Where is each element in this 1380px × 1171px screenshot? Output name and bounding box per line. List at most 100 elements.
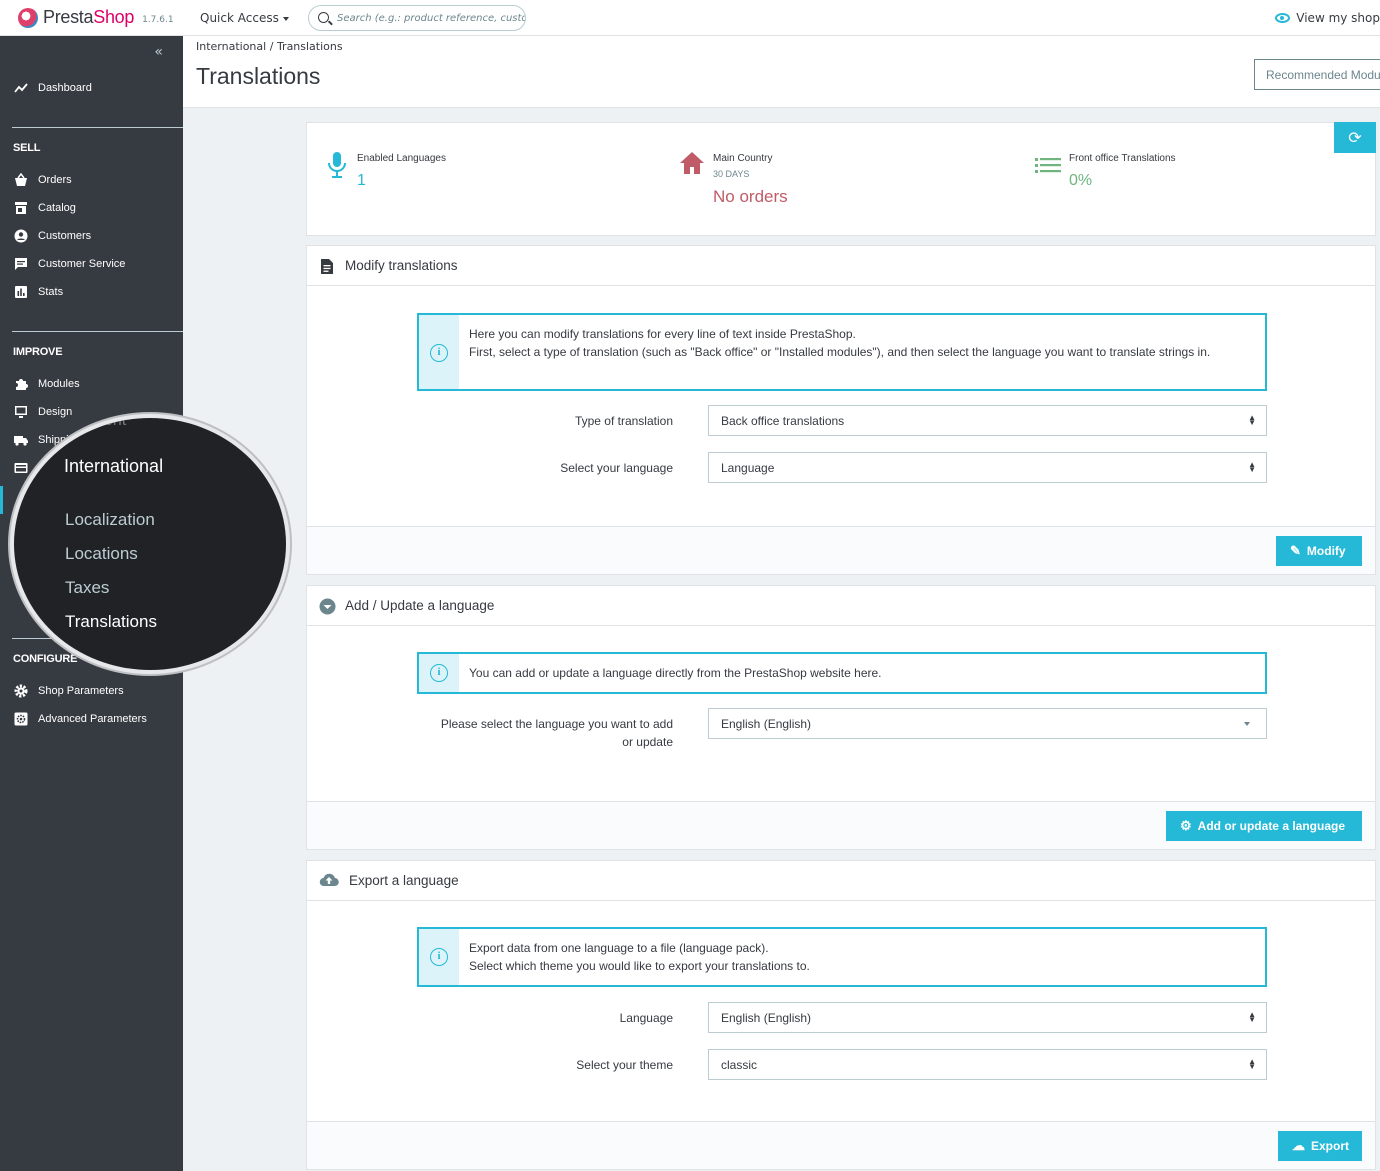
select-language-label: Select your language xyxy=(560,461,673,475)
quick-access-menu[interactable]: Quick Access xyxy=(200,11,289,25)
sort-arrows-icon: ▲ ▼ xyxy=(1248,460,1256,474)
list-icon xyxy=(1035,157,1061,176)
submenu-title-international[interactable]: International xyxy=(64,456,163,477)
sidebar-item-customers[interactable]: Customers xyxy=(14,229,91,243)
kpi-main-country-sub: 30 DAYS xyxy=(713,169,750,179)
select-language-select[interactable]: Language ▲ ▼ xyxy=(708,452,1267,483)
sidebar-item-modules[interactable]: Modules xyxy=(14,377,80,391)
card-title: Modify translations xyxy=(345,258,458,273)
select-theme-select[interactable]: classic ▲ ▼ xyxy=(708,1049,1267,1080)
top-header: PrestaShop 1.7.6.1 Quick Access Search (… xyxy=(0,0,1380,36)
info-icon: i xyxy=(430,344,448,362)
info-alert: i Export data from one language to a fil… xyxy=(417,927,1267,987)
modify-button[interactable]: ✎ Modify xyxy=(1276,536,1362,566)
section-title-improve: IMPROVE xyxy=(13,346,63,358)
sidebar-item-shop-parameters[interactable]: Shop Parameters xyxy=(14,684,124,698)
eye-icon xyxy=(1275,13,1291,23)
recommended-modules-button[interactable]: Recommended Modules xyxy=(1254,59,1380,90)
sidebar-item-label: Dashboard xyxy=(38,82,92,94)
sidebar-item-design[interactable]: Design xyxy=(14,405,72,419)
gear-icon: ⚙ xyxy=(1180,818,1192,833)
version-label: 1.7.6.1 xyxy=(142,14,174,25)
export-button[interactable]: ☁ Export xyxy=(1278,1131,1362,1161)
kpi-enabled-languages-value: 1 xyxy=(357,172,366,189)
page-title: Translations xyxy=(196,63,321,89)
type-of-translation-label: Type of translation xyxy=(574,414,673,428)
submenu-item-locations[interactable]: Locations xyxy=(65,544,138,564)
zoom-callout: ent International Localization Locations… xyxy=(10,414,290,674)
breadcrumb-international[interactable]: International xyxy=(196,40,266,53)
section-title-sell: SELL xyxy=(13,142,41,154)
sidebar-item-label: Modules xyxy=(38,378,80,390)
search-input[interactable]: Search (e.g.: product reference, custome xyxy=(308,5,526,31)
card-footer: ⚙ Add or update a language xyxy=(307,801,1375,849)
gear-icon xyxy=(14,684,28,698)
bar-chart-icon xyxy=(14,285,28,299)
sidebar-item-customer-service[interactable]: Customer Service xyxy=(14,257,125,271)
language-to-add-select[interactable]: English (English) xyxy=(708,708,1267,739)
sidebar-divider xyxy=(12,331,183,332)
alert-line: Here you can modify translations for eve… xyxy=(469,327,856,341)
add-or-update-language-button[interactable]: ⚙ Add or update a language xyxy=(1166,811,1362,841)
sidebar-item-label: Design xyxy=(38,406,73,418)
sidebar-item-label: Shop Parameters xyxy=(38,685,124,697)
credit-card-icon xyxy=(14,461,28,475)
search-icon xyxy=(318,12,329,23)
quick-access-label: Quick Access xyxy=(200,11,279,25)
select-language-add-label: Please select the language you want to a… xyxy=(441,715,673,751)
card-title: Export a language xyxy=(349,873,459,888)
type-of-translation-select[interactable]: Back office translations ▲ ▼ xyxy=(708,405,1267,436)
sidebar-item-advanced-parameters[interactable]: Advanced Parameters xyxy=(14,712,147,726)
kpi-main-country-label: Main Country xyxy=(713,153,773,164)
puzzle-icon xyxy=(14,377,28,391)
refresh-button[interactable]: ⟳ xyxy=(1334,122,1376,153)
label-line: Please select the language you want to a… xyxy=(440,717,673,731)
breadcrumb-translations: Translations xyxy=(276,40,343,53)
label-line: or update xyxy=(622,735,673,749)
kpi-row: Enabled Languages 1 Main Country 30 DAYS… xyxy=(306,122,1376,236)
kpi-main-country-value: No orders xyxy=(713,187,788,206)
search-placeholder: Search (e.g.: product reference, custome xyxy=(337,12,526,24)
sidebar-item-orders[interactable]: Orders xyxy=(14,172,72,187)
account-circle-icon xyxy=(14,229,28,243)
info-icon: i xyxy=(430,664,448,682)
sort-arrows-icon: ▲ ▼ xyxy=(1248,1057,1256,1071)
sidebar-item-dashboard[interactable]: Dashboard xyxy=(14,81,92,95)
collapse-sidebar-icon[interactable]: « xyxy=(154,44,163,60)
kpi-front-office-label: Front office Translations xyxy=(1069,153,1176,164)
section-title-configure: CONFIGURE xyxy=(13,653,78,665)
card-footer: ✎ Modify xyxy=(307,526,1375,574)
add-update-language-card: Add / Update a language i You can add or… xyxy=(306,585,1376,850)
submenu-item-translations[interactable]: Translations xyxy=(65,612,157,632)
export-language-select[interactable]: English (English) ▲ ▼ xyxy=(708,1002,1267,1033)
microphone-icon xyxy=(327,151,347,182)
logo-text-presta: Presta xyxy=(43,7,94,27)
select-theme-label: Select your theme xyxy=(576,1058,673,1072)
chevron-down-circle-icon xyxy=(319,598,336,614)
card-header: Export a language xyxy=(307,861,1375,901)
settings-box-icon xyxy=(14,712,28,726)
caret-down-icon xyxy=(282,16,289,21)
card-header: Modify translations xyxy=(307,246,1375,286)
kpi-front-office-value: 0% xyxy=(1069,172,1093,189)
sidebar-item-label: Catalog xyxy=(38,202,76,214)
export-language-card: Export a language i Export data from one… xyxy=(306,860,1376,1170)
active-indicator xyxy=(0,486,3,514)
card-title: Add / Update a language xyxy=(345,598,495,613)
cloud-upload-icon: ☁ xyxy=(1292,1138,1305,1153)
sidebar-item-label: Orders xyxy=(38,174,72,186)
page-head xyxy=(183,36,1380,108)
cloud-upload-icon xyxy=(319,873,339,889)
breadcrumb: International / Translations xyxy=(196,40,343,53)
home-icon xyxy=(679,151,705,178)
prestashop-logo-icon xyxy=(18,7,38,28)
sidebar-item-catalog[interactable]: Catalog xyxy=(14,201,76,215)
shopping-basket-icon xyxy=(14,172,28,187)
view-my-shop-link[interactable]: View my shop xyxy=(1275,11,1380,25)
sidebar-divider xyxy=(12,127,183,128)
submenu-item-localization[interactable]: Localization xyxy=(65,510,155,530)
sidebar-item-stats[interactable]: Stats xyxy=(14,285,63,299)
submenu-item-taxes[interactable]: Taxes xyxy=(65,578,109,598)
logo[interactable]: PrestaShop 1.7.6.1 xyxy=(18,7,174,28)
chat-icon xyxy=(14,257,28,271)
